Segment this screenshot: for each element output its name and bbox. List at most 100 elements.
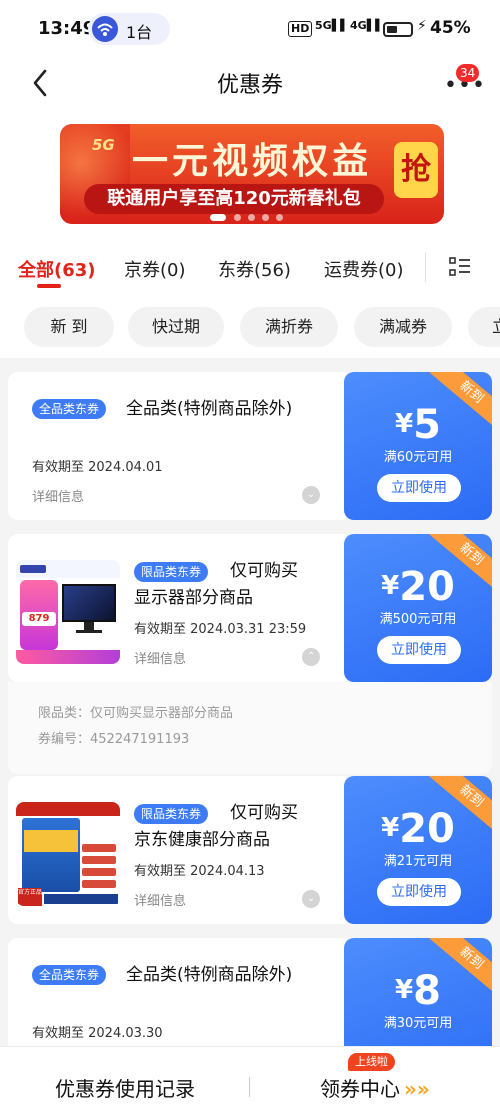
coupon-card: 全品类东券 全品类(特例商品除外) 有效期至 2024.03.30 新到 ¥8 … <box>8 938 492 1046</box>
coupon-amount: ¥20 <box>381 564 455 610</box>
coupon-title: 仅可购买 <box>230 803 298 823</box>
coupon-detail-link[interactable]: 详细信息 <box>134 648 186 667</box>
tab-divider <box>425 252 426 282</box>
chip-reduction[interactable]: 满减券 <box>354 307 452 347</box>
chevron-up-icon[interactable]: ⌃ <box>302 648 320 666</box>
chip-discount[interactable]: 满折券 <box>240 307 338 347</box>
coupon-tabs: 全部(63) 京券(0) 东券(56) 运费券(0) <box>0 238 500 296</box>
coupon-title: 全品类(特例商品除外) <box>126 965 293 985</box>
banner-title: 一元视频权益 <box>132 141 373 182</box>
tab-active-indicator <box>37 284 61 288</box>
coupon-info[interactable]: 全品类东券 全品类(特例商品除外) 有效期至 2024.03.30 <box>8 938 346 1046</box>
chip-new[interactable]: 新 到 <box>24 307 114 347</box>
coupon-detail-link[interactable]: 详细信息 <box>134 890 186 909</box>
coupon-condition: 满500元可用 <box>379 612 457 627</box>
signal-4g-icon: 4G▌▌ <box>350 19 384 32</box>
coupon-value-panel: 新到 ¥20 满21元可用 立即使用 <box>344 776 492 924</box>
list-view-icon[interactable] <box>448 256 472 278</box>
hotspot-count: 1台 <box>126 23 153 42</box>
coupon-info[interactable]: 官方正品 限品类东券 仅可购买 京东健康部分商品 有效期至 2024.04.13… <box>8 776 346 924</box>
tab-jd-coupon[interactable]: 京券(0) <box>124 256 186 282</box>
filter-chips: 新 到 快过期 满折券 满减券 立 <box>0 296 500 358</box>
coupon-expiry: 有效期至 2024.03.30 <box>32 1026 163 1041</box>
coupon-detail-link[interactable]: 详细信息 <box>32 486 84 505</box>
carousel-dot <box>248 214 255 221</box>
thumb-brand <box>16 802 120 816</box>
coupon-value-panel: 新到 ¥20 满500元可用 立即使用 <box>344 534 492 682</box>
coupon-title: 全品类(特例商品除外) <box>126 399 293 419</box>
battery-icon <box>383 22 413 37</box>
coupon-condition: 满21元可用 <box>383 854 453 869</box>
battery-percent: 45% <box>430 18 471 38</box>
coupon-card: 官方正品 限品类东券 仅可购买 京东健康部分商品 有效期至 2024.04.13… <box>8 776 492 924</box>
use-now-button[interactable]: 立即使用 <box>377 878 461 906</box>
tab-dong-coupon[interactable]: 东券(56) <box>218 256 291 282</box>
page-title: 优惠券 <box>216 73 283 98</box>
coupon-title: 仅可购买 <box>230 561 298 581</box>
coupon-info[interactable]: 全品类东券 全品类(特例商品除外) 有效期至 2024.04.01 详细信息 ⌄ <box>8 372 346 520</box>
coupon-detail-expanded: 限品类：仅可购买显示器部分商品 券编号：452247191193 <box>8 682 492 774</box>
carousel-dot-active <box>210 214 226 221</box>
coupon-info[interactable]: 879 限品类东券 仅可购买 显示器部分商品 有效期至 2024.03.31 2… <box>8 534 346 682</box>
carousel-dot <box>262 214 269 221</box>
banner-5g-tag: 5G <box>92 136 115 154</box>
app-header: 优惠券 ••• 34 <box>0 58 500 108</box>
promo-banner: 5G 一元视频权益 联通用户享至高120元新春礼包 抢 <box>0 108 500 238</box>
carousel-indicator <box>210 214 294 222</box>
hotspot-pill[interactable]: 1台 <box>88 13 170 45</box>
product-thumbnail-health: 官方正品 <box>16 802 120 906</box>
more-dots-icon[interactable]: ••• 34 <box>440 64 485 98</box>
coupon-amount: ¥20 <box>381 806 455 852</box>
coupon-limit-text: 限品类：仅可购买显示器部分商品 <box>38 706 234 721</box>
tab-all[interactable]: 全部(63) <box>18 256 96 282</box>
bottom-divider <box>249 1077 250 1097</box>
coupon-card: 879 限品类东券 仅可购买 显示器部分商品 有效期至 2024.03.31 2… <box>8 534 492 682</box>
coupon-expiry: 有效期至 2024.04.01 <box>32 460 163 475</box>
new-launch-badge: 上线啦 <box>348 1053 395 1071</box>
coupon-title-line2: 显示器部分商品 <box>134 588 253 608</box>
coupon-expiry: 有效期至 2024.03.31 23:59 <box>134 622 307 637</box>
chip-expiring[interactable]: 快过期 <box>128 307 224 347</box>
coupon-condition: 满30元可用 <box>383 1016 453 1031</box>
coupon-code-text: 券编号：452247191193 <box>38 732 190 747</box>
coupon-tag: 全品类东券 <box>32 965 107 985</box>
brand-logo <box>20 565 46 573</box>
banner-grab-badge: 抢 <box>394 142 438 198</box>
banner-subtitle: 联通用户享至高120元新春礼包 <box>84 184 384 214</box>
carousel-dot <box>234 214 241 221</box>
status-bar: 13:49 1台 HD 5G▌▌ 4G▌▌ ⚡ 45% <box>0 0 500 58</box>
coupon-condition: 满60元可用 <box>383 450 453 465</box>
tab-shipping-coupon[interactable]: 运费券(0) <box>324 256 404 282</box>
chevron-down-icon[interactable]: ⌄ <box>302 890 320 908</box>
coupon-card: 全品类东券 全品类(特例商品除外) 有效期至 2024.04.01 详细信息 ⌄… <box>8 372 492 520</box>
coupon-amount: ¥5 <box>395 402 441 448</box>
chevron-down-icon[interactable]: ⌄ <box>302 486 320 504</box>
double-chevron-right-icon: »» <box>404 1077 430 1101</box>
coupon-tag: 全品类东券 <box>32 399 107 419</box>
use-now-button[interactable]: 立即使用 <box>377 636 461 664</box>
coupon-title-line2: 京东健康部分商品 <box>134 830 270 850</box>
monitor-image <box>62 584 116 622</box>
use-now-button[interactable]: 立即使用 <box>377 474 461 502</box>
hd-icon: HD <box>288 21 313 37</box>
bottom-bar: 优惠券使用记录 领券中心»» 上线啦 <box>0 1046 500 1118</box>
official-badge: 官方正品 <box>18 888 42 906</box>
coupon-expiry: 有效期至 2024.04.13 <box>134 864 265 879</box>
status-time: 13:49 <box>38 18 96 39</box>
coupon-value-panel: 新到 ¥5 满60元可用 立即使用 <box>344 372 492 520</box>
signal-5g-icon: 5G▌▌ <box>315 19 349 32</box>
coupon-value-panel: 新到 ¥8 满30元可用 <box>344 938 492 1046</box>
coupon-tag: 限品类东券 <box>134 562 209 582</box>
chip-more[interactable]: 立 <box>468 307 500 347</box>
coupon-history-button[interactable]: 优惠券使用记录 <box>0 1073 250 1102</box>
notification-badge: 34 <box>456 64 480 82</box>
coupon-center-button[interactable]: 领券中心»» <box>320 1073 430 1102</box>
product-thumbnail-monitor: 879 <box>16 560 120 664</box>
carousel-dot <box>276 214 283 221</box>
banner-card[interactable]: 5G 一元视频权益 联通用户享至高120元新春礼包 抢 <box>60 124 444 224</box>
coupon-tag: 限品类东券 <box>134 804 209 824</box>
coupon-amount: ¥8 <box>395 968 441 1014</box>
thumb-price: 879 <box>22 612 56 626</box>
wifi-hotspot-icon <box>92 16 118 42</box>
charging-icon: ⚡ <box>417 18 427 34</box>
